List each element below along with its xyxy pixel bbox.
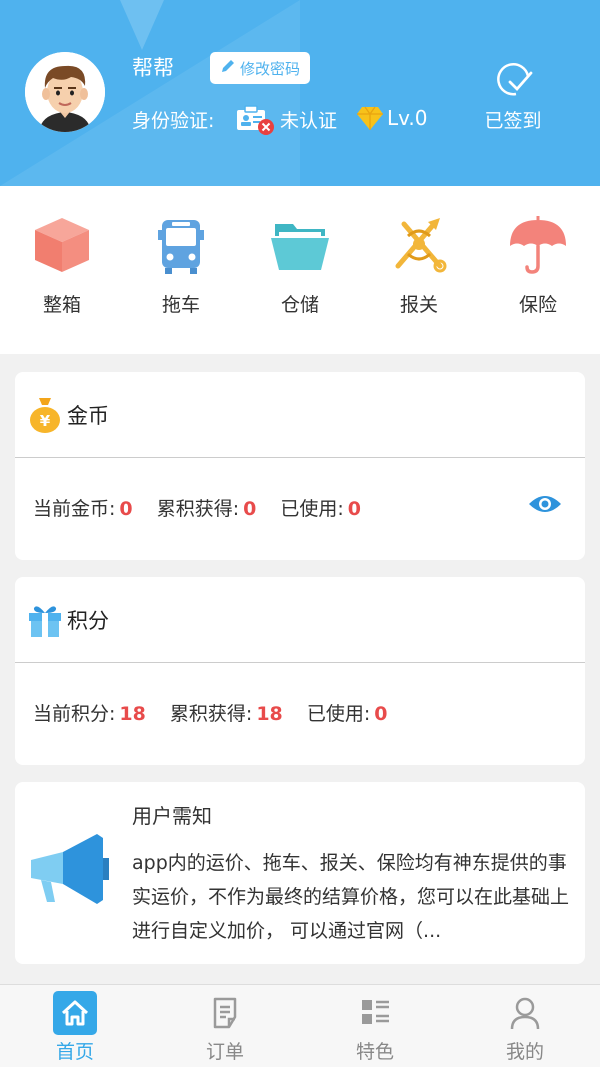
change-password-label: 修改密码 [239, 59, 300, 78]
service-label: 整箱 [42, 294, 81, 316]
home-icon [53, 991, 97, 1035]
eye-icon[interactable] [527, 492, 563, 516]
customs-icon [388, 214, 450, 276]
signin-button[interactable]: 已签到 [484, 60, 544, 132]
points-used-value: 0 [374, 703, 388, 725]
service-full-container[interactable]: 整箱 [12, 214, 112, 317]
service-trailer[interactable]: 拖车 [131, 214, 231, 317]
signed-check-icon [494, 60, 534, 100]
tab-home[interactable]: 首页 [0, 985, 150, 1067]
service-label: 报关 [399, 294, 438, 316]
bus-icon [150, 214, 212, 276]
notice-body: app内的运价、拖车、报关、保险均有神东提供的事实运价，不作为最终的结算价格，您… [132, 852, 570, 942]
points-title: 积分 [67, 609, 109, 633]
notice-title: 用户需知 [132, 804, 212, 828]
svg-text:¥: ¥ [40, 412, 51, 430]
header-decoration-top [120, 0, 164, 50]
tab-label: 我的 [505, 1041, 544, 1063]
signin-label: 已签到 [484, 110, 542, 132]
identity-status: 未认证 [280, 110, 338, 132]
points-card: 积分 当前积分: 18 累积获得: 18 已使用: 0 [15, 577, 585, 765]
identity-label: 身份验证: [132, 110, 215, 132]
points-earned-value: 18 [256, 703, 283, 725]
order-document-icon [203, 991, 247, 1035]
level-badge: Lv.0 [387, 106, 428, 130]
megaphone-icon [27, 826, 117, 916]
tab-featured[interactable]: 特色 [300, 985, 450, 1067]
points-card-header: 积分 [15, 577, 585, 663]
box-icon [31, 214, 93, 276]
coins-title: 金币 [67, 404, 109, 428]
tab-orders[interactable]: 订单 [150, 985, 300, 1067]
points-earned-label: 累积获得: [169, 703, 253, 725]
points-stats: 当前积分: 18 累积获得: 18 已使用: 0 [33, 699, 405, 726]
umbrella-icon [507, 214, 569, 276]
service-label: 仓储 [280, 294, 319, 316]
coins-current-label: 当前金币: [33, 498, 116, 520]
points-used-label: 已使用: [306, 703, 371, 725]
profile-header: 帮帮 修改密码 身份验证: 未认证 Lv.0 已签到 [0, 0, 600, 186]
service-insurance[interactable]: 保险 [488, 214, 588, 317]
tab-label: 订单 [205, 1041, 244, 1063]
points-current-label: 当前积分: [33, 703, 116, 725]
money-bag-icon: ¥ [27, 396, 63, 434]
folder-icon [269, 214, 331, 276]
service-warehouse[interactable]: 仓储 [250, 214, 350, 317]
coins-used-value: 0 [347, 498, 362, 520]
grid-list-icon [353, 991, 397, 1035]
avatar[interactable] [25, 52, 105, 132]
tab-mine[interactable]: 我的 [450, 985, 600, 1067]
username: 帮帮 [132, 56, 174, 80]
coins-stats: 当前金币: 0 累积获得: 0 已使用: 0 [33, 494, 379, 521]
tab-label: 首页 [55, 1041, 94, 1063]
service-label: 拖车 [161, 294, 200, 316]
id-card-unverified-icon[interactable] [236, 104, 276, 136]
gift-icon [27, 601, 63, 639]
coins-earned-label: 累积获得: [156, 498, 240, 520]
coins-card: ¥ 金币 当前金币: 0 累积获得: 0 已使用: 0 [15, 372, 585, 560]
points-current-value: 18 [119, 703, 146, 725]
user-icon [503, 991, 547, 1035]
coins-earned-value: 0 [243, 498, 257, 520]
service-customs[interactable]: 报关 [369, 214, 469, 317]
service-grid: 整箱 拖车 仓储 报关 保险 [0, 186, 600, 354]
pencil-icon [220, 58, 236, 78]
diamond-icon [356, 105, 384, 131]
coins-used-label: 已使用: [280, 498, 344, 520]
coins-card-header: ¥ 金币 [15, 372, 585, 458]
bottom-tab-bar: 首页 订单 特色 我的 [0, 984, 600, 1067]
tab-label: 特色 [355, 1041, 394, 1063]
change-password-button[interactable]: 修改密码 [210, 52, 310, 84]
user-notice-card[interactable]: 用户需知 app内的运价、拖车、报关、保险均有神东提供的事实运价，不作为最终的结… [15, 782, 585, 964]
service-label: 保险 [518, 294, 557, 316]
coins-current-value: 0 [119, 498, 133, 520]
